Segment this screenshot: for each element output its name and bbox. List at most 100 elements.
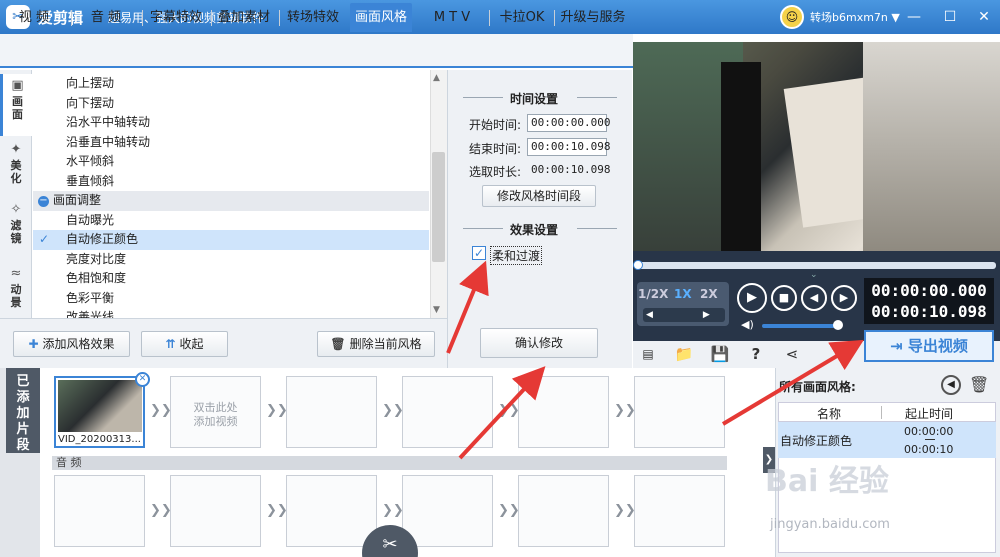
avatar[interactable]: ☺ xyxy=(780,5,804,29)
close-icon[interactable]: ✕ xyxy=(974,7,994,27)
arrow-icon: ❯❯ xyxy=(614,403,636,418)
tab-picture-style[interactable]: 画面风格 xyxy=(350,3,412,32)
list-item[interactable]: 自动曝光 xyxy=(33,211,429,231)
current-time: 00:00:00.000 xyxy=(871,281,987,300)
expand-icon[interactable]: ⌄ xyxy=(810,270,818,280)
audio-slot[interactable] xyxy=(634,475,725,547)
video-clip[interactable]: VID_20200313... xyxy=(54,376,145,448)
back-icon[interactable]: ◀ xyxy=(941,375,961,395)
arrow-icon: ❯❯ xyxy=(382,503,404,518)
add-video-slot[interactable]: 双击此处 添加视频 xyxy=(170,376,261,448)
trash-icon[interactable]: 🗑 xyxy=(969,375,989,394)
share-icon[interactable]: ⋖ xyxy=(782,344,802,364)
tab-overlay[interactable]: 叠加素材 xyxy=(212,3,276,32)
row-start: 00:00:00 xyxy=(904,425,954,438)
audio-slot[interactable] xyxy=(518,475,609,547)
speed-2x[interactable]: 2X xyxy=(700,287,718,301)
confirm-button[interactable]: 确认修改 xyxy=(480,328,598,358)
clip-name: VID_20200313... xyxy=(58,434,141,445)
sidebar-item-label: 画面 xyxy=(12,95,23,121)
volume-handle[interactable] xyxy=(833,320,843,330)
progress-bar[interactable] xyxy=(636,262,996,269)
username-menu[interactable]: 转场b6mxm7n ▼ xyxy=(810,9,900,25)
add-style-button[interactable]: ✚ 添加风格效果 xyxy=(13,331,130,357)
open-folder-icon[interactable]: 📁 xyxy=(674,344,694,364)
modify-time-button[interactable]: 修改风格时间段 xyxy=(482,185,596,207)
sidebar-item-beautify[interactable]: ✦ 美化 xyxy=(0,138,32,200)
end-time-input[interactable]: 00:00:10.098 xyxy=(527,138,610,156)
maximize-icon[interactable]: ☐ xyxy=(940,7,960,27)
list-item[interactable]: 向上摆动 xyxy=(33,74,429,94)
soft-transition-label[interactable]: 柔和过渡 xyxy=(490,246,543,265)
speed-slider[interactable]: ◀ ▶ xyxy=(643,308,725,322)
tab-transition[interactable]: 转场特效 xyxy=(281,3,345,32)
speed-half[interactable]: 1/2X xyxy=(638,287,668,301)
sidebar-item-picture[interactable]: ▣ 画面 xyxy=(0,74,32,136)
volume-slider[interactable] xyxy=(762,324,837,328)
tab-upgrade[interactable]: 升级与服务 xyxy=(556,3,630,32)
tab-karaoke[interactable]: 卡拉OK xyxy=(493,3,551,32)
scroll-up-icon[interactable]: ▲ xyxy=(433,73,440,83)
prev-frame-button[interactable]: ◀ xyxy=(801,285,827,311)
end-time-label: 结束时间: xyxy=(469,142,522,156)
next-frame-button[interactable]: ▶ xyxy=(831,285,857,311)
list-item-label: 自动修正颜色 xyxy=(66,232,139,246)
volume-icon[interactable]: ◀) xyxy=(741,318,754,331)
magic-wand-icon: ✦ xyxy=(10,142,22,157)
list-item[interactable]: 沿垂直中轴转动 xyxy=(33,133,429,153)
stop-button[interactable]: ■ xyxy=(771,285,797,311)
list-item[interactable]: 水平倾斜 xyxy=(33,152,429,172)
tab-video[interactable]: 视 频 xyxy=(4,3,64,32)
save-icon[interactable]: 💾 xyxy=(710,344,730,364)
minimize-icon[interactable]: — xyxy=(904,7,924,27)
collapse-button[interactable]: ⇈ 收起 xyxy=(141,331,228,357)
list-item[interactable]: 改善光线 xyxy=(33,308,429,318)
audio-slot[interactable] xyxy=(170,475,261,547)
watermark-url: jingyan.baidu.com xyxy=(770,517,890,532)
soft-transition-checkbox[interactable]: ✓ xyxy=(472,246,486,260)
list-item[interactable]: 亮度对比度 xyxy=(33,250,429,270)
start-time-label: 开始时间: xyxy=(469,118,522,132)
speed-1x[interactable]: 1X xyxy=(674,287,692,301)
start-time-input[interactable]: 00:00:00.000 xyxy=(527,114,610,132)
scroll-down-icon[interactable]: ▼ xyxy=(433,305,440,315)
scrollbar-thumb[interactable] xyxy=(432,152,445,262)
list-item[interactable]: 色相饱和度 xyxy=(33,269,429,289)
empty-clip-slot[interactable] xyxy=(634,376,725,448)
duration-label: 选取时长: xyxy=(469,165,522,179)
audio-slot[interactable] xyxy=(402,475,493,547)
button-label: 收起 xyxy=(179,337,204,351)
category-label: 画面调整 xyxy=(53,193,102,207)
row-end: 00:00:10 xyxy=(904,443,954,456)
effect-list: 向上摆动 向下摆动 沿水平中轴转动 沿垂直中轴转动 水平倾斜 垂直倾斜 − 画面… xyxy=(33,70,429,318)
style-table-header: 名称 起止时间 xyxy=(778,402,996,422)
delete-style-button[interactable]: 🗑 删除当前风格 xyxy=(317,331,435,357)
tab-mtv[interactable]: M T V xyxy=(420,3,484,32)
audio-slot[interactable] xyxy=(54,475,145,547)
list-item[interactable]: 向下摆动 xyxy=(33,94,429,114)
export-icon: ⇥ xyxy=(890,337,908,355)
remove-clip-icon[interactable]: ✕ xyxy=(135,372,150,387)
empty-clip-slot[interactable] xyxy=(286,376,377,448)
sidebar-item-filter[interactable]: ✧ 滤镜 xyxy=(0,198,32,260)
list-item[interactable]: 垂直倾斜 xyxy=(33,172,429,192)
empty-clip-slot[interactable] xyxy=(402,376,493,448)
time-display: 00:00:00.000 00:00:10.098 xyxy=(864,278,994,324)
list-item[interactable]: 色彩平衡 xyxy=(33,289,429,309)
tab-subtitle-effects[interactable]: 字幕特效 xyxy=(144,3,208,32)
progress-handle[interactable] xyxy=(633,260,643,270)
play-button[interactable]: ▶ xyxy=(737,283,767,313)
new-project-icon[interactable]: ▤ xyxy=(638,344,658,364)
export-video-button[interactable]: ⇥ 导出视频 xyxy=(864,330,994,362)
category-picture-adjust[interactable]: − 画面调整 xyxy=(33,191,429,211)
list-item[interactable]: 沿水平中轴转动 xyxy=(33,113,429,133)
sidebar-item-motion[interactable]: ≈ 动景 xyxy=(0,262,32,324)
sidebar-item-label: 滤镜 xyxy=(10,219,22,245)
empty-clip-slot[interactable] xyxy=(518,376,609,448)
audio-slot[interactable] xyxy=(286,475,377,547)
table-row[interactable]: 自动修正颜色 00:00:00 00:00:10 xyxy=(778,422,996,458)
added-clips-tab[interactable]: 已 添 加 片 段 xyxy=(6,368,40,453)
tab-audio[interactable]: 音 频 xyxy=(76,3,136,32)
help-icon[interactable]: ? xyxy=(746,344,766,364)
list-item-selected[interactable]: ✓ 自动修正颜色 xyxy=(33,230,429,250)
